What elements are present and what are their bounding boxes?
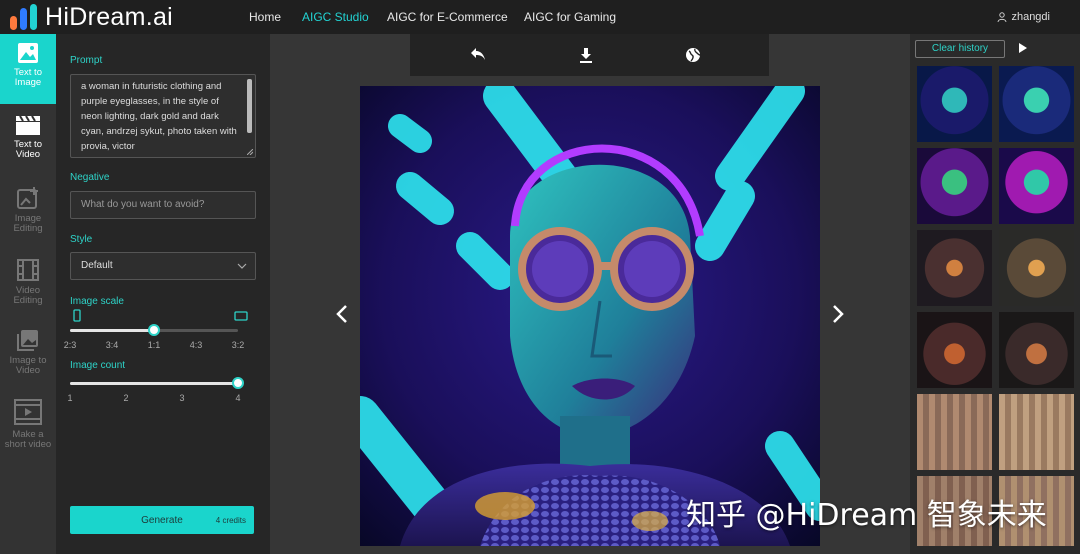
- history-thumbnail[interactable]: [917, 66, 992, 142]
- brand-name: HiDream.ai: [45, 2, 174, 31]
- watermark: 知乎 @HiDream 智象未来: [686, 498, 1047, 533]
- image-viewer: [270, 34, 910, 554]
- history-thumbnail[interactable]: [999, 66, 1074, 142]
- history-thumbnail[interactable]: [917, 394, 992, 470]
- negative-label: Negative: [70, 172, 110, 183]
- image-count-slider-fill: [70, 382, 238, 385]
- prompt-text: a woman in futuristic clothing and purpl…: [81, 81, 237, 152]
- prompt-textarea[interactable]: a woman in futuristic clothing and purpl…: [70, 74, 256, 158]
- history-thumbnail[interactable]: [999, 230, 1074, 306]
- slider-tick-label: 1: [67, 393, 73, 403]
- history-panel: Clear history: [910, 34, 1080, 554]
- nav-aigc-studio[interactable]: AIGC Studio: [302, 0, 369, 34]
- prompt-scrollbar[interactable]: [247, 79, 252, 133]
- logo[interactable]: HiDream.ai: [10, 3, 173, 31]
- nav-aigc-ecommerce[interactable]: AIGC for E-Commerce: [387, 0, 508, 34]
- prompt-label: Prompt: [70, 55, 103, 66]
- style-label: Style: [70, 234, 93, 245]
- portrait-phone-icon: [73, 309, 81, 322]
- next-image-arrow[interactable]: [832, 304, 844, 324]
- history-thumbnail[interactable]: [917, 148, 992, 224]
- nav-aigc-gaming[interactable]: AIGC for Gaming: [524, 0, 616, 34]
- negative-input[interactable]: What do you want to avoid?: [70, 191, 256, 219]
- slider-tick-label: 1:1: [147, 340, 161, 350]
- slider-tick-label: 4:3: [189, 340, 203, 350]
- play-icon[interactable]: [1018, 43, 1027, 53]
- user-icon: [997, 12, 1007, 22]
- slider-tick-label: 2:3: [63, 340, 77, 350]
- image-edit-icon: [17, 187, 38, 209]
- generate-button[interactable]: Generate 4 credits: [70, 506, 254, 534]
- slider-tick-label: 3:4: [105, 340, 119, 350]
- previous-image-arrow[interactable]: [336, 304, 348, 324]
- history-thumbnail[interactable]: [917, 230, 992, 306]
- film-edit-icon: [17, 259, 39, 281]
- slider-tick-label: 4: [235, 393, 241, 403]
- sidebar-item-text-to-image[interactable]: Text to Image: [0, 34, 56, 104]
- image-icon: [18, 43, 38, 63]
- history-thumbnail[interactable]: [917, 312, 992, 388]
- generated-image: [360, 86, 820, 546]
- sidebar-item-text-to-video[interactable]: Text to Video: [0, 114, 56, 174]
- settings-panel: Prompt a woman in futuristic clothing an…: [56, 34, 270, 554]
- image-scale-slider-thumb[interactable]: [148, 324, 160, 336]
- image-scale-slider[interactable]: [70, 324, 238, 336]
- images-icon: [17, 330, 38, 351]
- sidebar-item-image-to-video[interactable]: Image to Video: [0, 328, 56, 388]
- chevron-down-icon: [237, 263, 247, 269]
- top-navigation-bar: HiDream.ai Home AIGC Studio AIGC for E-C…: [0, 0, 1080, 34]
- sidebar-item-video-editing[interactable]: Video Editing: [0, 258, 56, 318]
- history-thumbnail[interactable]: [999, 312, 1074, 388]
- nav-home[interactable]: Home: [249, 0, 281, 34]
- image-count-slider[interactable]: [70, 377, 244, 389]
- history-thumbnail[interactable]: [999, 394, 1074, 470]
- image-count-label: Image count: [70, 360, 126, 371]
- viewer-toolbar: [410, 34, 769, 76]
- undo-icon[interactable]: [470, 47, 486, 61]
- slider-tick-label: 3: [179, 393, 185, 403]
- image-scale-slider-fill: [70, 329, 154, 332]
- clear-history-button[interactable]: Clear history: [915, 40, 1005, 58]
- download-icon[interactable]: [579, 47, 593, 63]
- globe-icon[interactable]: [685, 47, 701, 63]
- tool-sidebar: Text to Image Text to Video Image Editin…: [0, 34, 56, 554]
- slider-tick-label: 3:2: [231, 340, 245, 350]
- style-value: Default: [81, 260, 113, 271]
- sidebar-item-make-short-video[interactable]: Make a short video: [0, 398, 56, 458]
- image-count-slider-thumb[interactable]: [232, 377, 244, 389]
- image-scale-label: Image scale: [70, 296, 124, 307]
- credits-badge: 4 credits: [215, 516, 246, 525]
- logo-mark: [10, 4, 37, 30]
- style-select[interactable]: Default: [70, 252, 256, 280]
- video-strip-icon: [14, 399, 42, 425]
- sidebar-item-image-editing[interactable]: Image Editing: [0, 186, 56, 246]
- landscape-screen-icon: [234, 311, 248, 321]
- user-menu[interactable]: zhangdi: [997, 0, 1050, 34]
- username: zhangdi: [1011, 11, 1050, 23]
- resize-handle-icon[interactable]: [247, 149, 253, 155]
- clapperboard-icon: [16, 115, 40, 135]
- history-thumbnail[interactable]: [999, 148, 1074, 224]
- slider-tick-label: 2: [123, 393, 129, 403]
